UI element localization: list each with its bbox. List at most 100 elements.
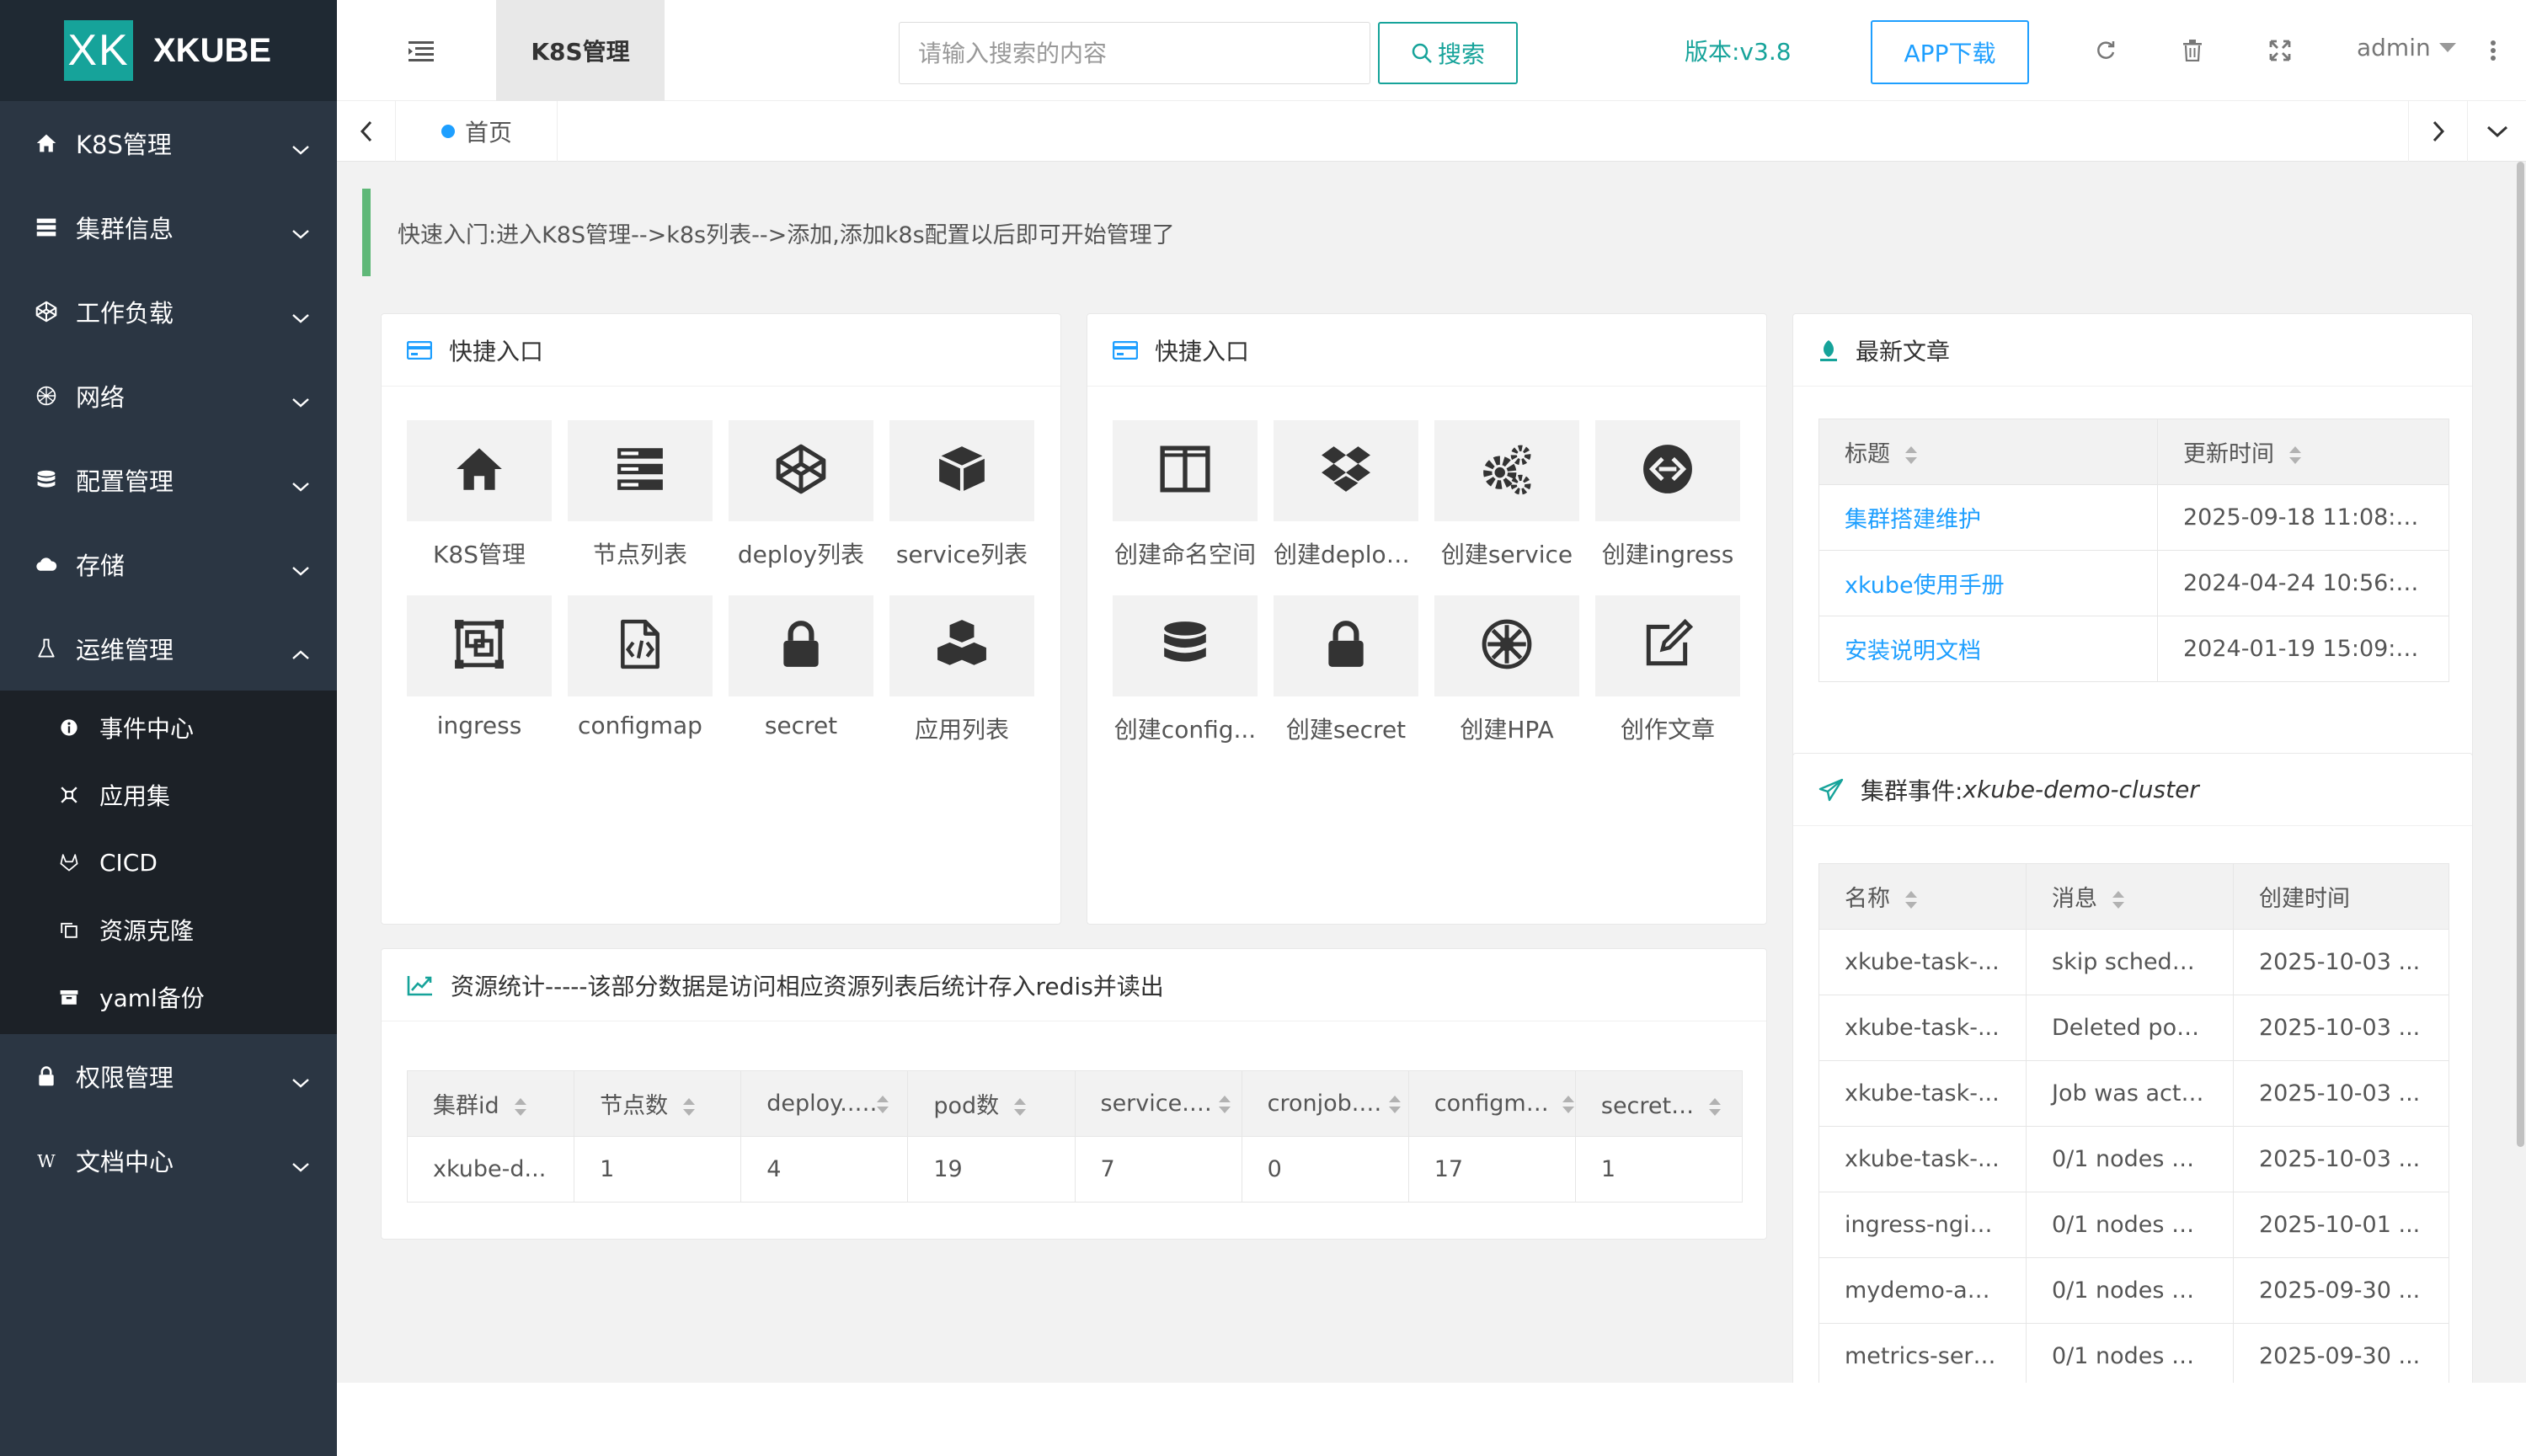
quick-tile-icon-box <box>568 420 713 521</box>
sidebar-item-2[interactable]: 工作负载 <box>0 269 337 354</box>
search-button[interactable]: 搜索 <box>1378 22 1518 84</box>
sort-icon[interactable] <box>514 1097 526 1117</box>
more-icon[interactable] <box>2476 34 2510 67</box>
tab-home[interactable]: 首页 <box>425 101 558 162</box>
fullscreen-icon[interactable] <box>2263 34 2297 67</box>
sidebar-subitem-1[interactable]: 应用集 <box>0 761 337 829</box>
chevron-up-icon <box>292 650 309 659</box>
column-header[interactable]: 名称 <box>1818 863 2027 930</box>
sidebar-item-7[interactable]: 权限管理 <box>0 1034 337 1118</box>
tabs-next-button[interactable] <box>2408 101 2467 162</box>
quick-tile[interactable]: 创建service <box>1434 420 1579 570</box>
table-row[interactable]: xkube-task-... Job was acti... 2025-10-03 … <box>1818 1060 2449 1127</box>
table-row[interactable]: xkube使用手册 2024-04-24 10:56:17 <box>1818 550 2449 616</box>
sidebar-item-1[interactable]: 集群信息 <box>0 185 337 269</box>
sort-icon[interactable] <box>1014 1097 1027 1117</box>
quick-tile[interactable]: 创作文章 <box>1595 595 1740 745</box>
cluster-events-cluster-name: xkube-demo-cluster <box>1963 776 2199 803</box>
quick-tile[interactable]: secret <box>729 595 873 739</box>
column-header[interactable]: configm... <box>1407 1070 1576 1137</box>
sidebar-item-5[interactable]: 存储 <box>0 522 337 606</box>
sort-icon[interactable] <box>1905 890 1917 909</box>
quick-tile[interactable]: 节点列表 <box>568 420 713 570</box>
table-cell: 2025-10-03 ... <box>2233 995 2449 1061</box>
quick-tile[interactable]: K8S管理 <box>407 420 552 570</box>
table-row[interactable]: metrics-serv... 0/1 nodes ar... 2025-09-30… <box>1818 1323 2449 1389</box>
sort-icon[interactable] <box>2112 890 2124 909</box>
tabs-dropdown-button[interactable] <box>2467 101 2526 162</box>
quick-tile[interactable]: 创建deploy... <box>1274 420 1418 570</box>
table-row[interactable]: xkube-d... 1 4 19 7 0 17 1 <box>406 1136 1744 1203</box>
refresh-icon[interactable] <box>2089 34 2123 67</box>
sidebar-item-6[interactable]: 运维管理 <box>0 606 337 691</box>
top-nav-tab-k8s[interactable]: K8S管理 <box>496 0 665 101</box>
column-header[interactable]: 节点数 <box>574 1070 742 1137</box>
column-header[interactable]: 更新时间 <box>2157 419 2449 485</box>
sort-icon[interactable] <box>1905 445 1917 465</box>
sort-icon[interactable] <box>683 1097 696 1117</box>
table-cell: 0/1 nodes ar... <box>2026 1257 2234 1324</box>
table-row[interactable]: xkube-task-... 0/1 nodes ar... 2025-10-03 … <box>1818 1126 2449 1192</box>
column-header[interactable]: deploy... <box>740 1070 909 1137</box>
menu-toggle-icon[interactable] <box>404 34 438 67</box>
table-row[interactable]: xkube-task-... Deleted pod... 2025-10-03 .… <box>1818 995 2449 1061</box>
sort-icon[interactable] <box>1709 1097 1722 1117</box>
table-row[interactable]: xkube-task-... skip schedul... 2025-10-03 … <box>1818 929 2449 995</box>
sidebar-item-4[interactable]: 配置管理 <box>0 438 337 522</box>
user-menu[interactable]: admin <box>2357 34 2456 61</box>
tabs-prev-button[interactable] <box>337 101 396 162</box>
quick-tile[interactable]: 创建命名空间 <box>1113 420 1258 570</box>
sort-icon[interactable] <box>2289 445 2301 465</box>
sidebar-subitem-3[interactable]: 资源克隆 <box>0 896 337 963</box>
article-link[interactable]: xkube使用手册 <box>1845 573 2005 599</box>
paper-plane-icon <box>1818 778 1844 802</box>
quick-tile-label: 创建deploy... <box>1274 541 1418 568</box>
search-input[interactable] <box>899 22 1370 84</box>
table-row[interactable]: mydemo-ap... 0/1 nodes ar... 2025-09-30 ..… <box>1818 1257 2449 1324</box>
table-row[interactable]: 安装说明文档 2024-01-19 15:09:43 <box>1818 616 2449 682</box>
content-scrollbar[interactable] <box>2515 162 2526 1383</box>
sidebar-subitem-4[interactable]: yaml备份 <box>0 963 337 1031</box>
column-header[interactable]: secret数 <box>1574 1070 1744 1137</box>
sidebar-item-8[interactable]: W 文档中心 <box>0 1118 337 1203</box>
quick-tile[interactable]: 创建ingress <box>1595 420 1740 570</box>
table-cell: metrics-serv... <box>1818 1323 2027 1389</box>
sidebar-item-0[interactable]: K8S管理 <box>0 101 337 185</box>
column-header[interactable]: 集群id <box>406 1070 575 1137</box>
trash-icon[interactable] <box>2176 34 2209 67</box>
sort-icon[interactable] <box>1562 1095 1575 1114</box>
sort-icon[interactable] <box>1388 1095 1401 1114</box>
sidebar-subitem-0[interactable]: 事件中心 <box>0 694 337 761</box>
quick-entry-card-2-header: 快捷入口 <box>1087 314 1766 387</box>
sort-icon[interactable] <box>1218 1095 1231 1114</box>
column-header[interactable]: 消息 <box>2026 863 2234 930</box>
article-link[interactable]: 安装说明文档 <box>1845 638 1981 664</box>
app-download-button[interactable]: APP下载 <box>1871 20 2029 84</box>
scrollbar-thumb[interactable] <box>2517 162 2524 1147</box>
quick-tile[interactable]: 创建secret <box>1274 595 1418 745</box>
table-cell[interactable]: 安装说明文档 <box>1818 616 2158 682</box>
table-cell[interactable]: xkube使用手册 <box>1818 550 2158 616</box>
quick-tile-icon-box <box>1274 420 1418 521</box>
quick-tile[interactable]: deploy列表 <box>729 420 873 570</box>
quick-tile[interactable]: configmap <box>568 595 713 739</box>
article-link[interactable]: 集群搭建维护 <box>1845 507 1981 533</box>
sidebar-item-3[interactable]: 网络 <box>0 354 337 438</box>
table-row[interactable]: ingress-ngin... 0/1 nodes ar... 2025-10-01… <box>1818 1192 2449 1258</box>
table-cell[interactable]: 集群搭建维护 <box>1818 484 2158 551</box>
column-header[interactable]: service... <box>1074 1070 1242 1137</box>
credit-card-icon <box>1113 340 1138 360</box>
logo[interactable]: XK XKUBE <box>0 0 337 101</box>
quick-tile[interactable]: 创建config... <box>1113 595 1258 745</box>
column-header[interactable]: cronjob... <box>1241 1070 1409 1137</box>
column-header[interactable]: pod数 <box>907 1070 1076 1137</box>
quick-tile[interactable]: 应用列表 <box>889 595 1034 745</box>
quick-tile[interactable]: 创建HPA <box>1434 595 1579 745</box>
quick-tile[interactable]: ingress <box>407 595 552 739</box>
quick-tile[interactable]: service列表 <box>889 420 1034 570</box>
table-row[interactable]: 集群搭建维护 2025-09-18 11:08:58 <box>1818 484 2449 551</box>
column-header[interactable]: 标题 <box>1818 419 2158 485</box>
column-header[interactable]: 创建时间 <box>2233 863 2449 930</box>
sort-icon[interactable] <box>877 1095 889 1114</box>
sidebar-subitem-2[interactable]: CICD <box>0 829 337 896</box>
